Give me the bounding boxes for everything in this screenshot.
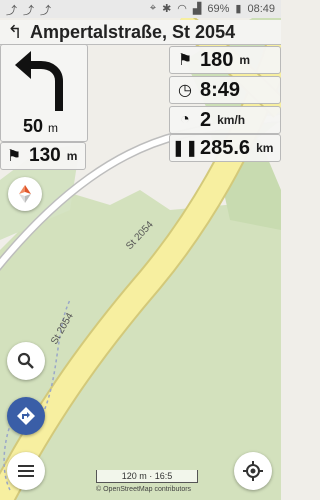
location-icon: ⌖: [149, 2, 157, 14]
nav-icon: ⤴: [40, 5, 51, 17]
speedometer-icon: ◔: [180, 111, 190, 128]
turn-left-small-icon: ↰: [7, 21, 23, 42]
my-location-icon: [243, 461, 263, 481]
pause-icon: ❚❚: [171, 140, 199, 157]
arrival-time-panel[interactable]: ◷ 8:49: [169, 76, 281, 104]
wifi-icon: ◠: [177, 3, 187, 15]
menu-button[interactable]: [7, 452, 45, 490]
turn-distance: 50 m: [23, 116, 59, 136]
search-icon: [17, 352, 34, 369]
speed-panel[interactable]: ◔ 2 km/h: [169, 106, 281, 134]
my-location-button[interactable]: [234, 452, 272, 490]
status-time: 08:49: [247, 2, 275, 15]
navigation-button[interactable]: [7, 397, 45, 435]
search-button[interactable]: [7, 342, 45, 380]
status-bar: ⤴ ⤴ ⤴ ⌖ ✱ ◠ ▟ 69% ▮ 08:49: [0, 0, 281, 18]
turn-left-arrow-icon: [15, 51, 63, 111]
compass-icon: [19, 185, 31, 203]
nav-icon: ⤴: [23, 5, 34, 17]
menu-icon: [18, 465, 34, 477]
map-scale: 120 m · 16:5: [96, 470, 198, 483]
battery-percent: 69%: [207, 2, 230, 15]
bluetooth-icon: ✱: [162, 3, 172, 15]
nav-icon: ⤴: [6, 5, 17, 17]
signal-icon: ▟: [192, 3, 202, 15]
trip-distance-panel[interactable]: ❚❚ 285.6 km: [169, 134, 281, 162]
street-name: Ampertalstraße, St 2054: [30, 21, 236, 42]
next-turn-panel[interactable]: 50 m: [0, 44, 88, 142]
current-street-bar: ↰ Ampertalstraße, St 2054: [0, 20, 281, 45]
battery-icon: ▮: [235, 3, 242, 15]
directions-icon: [17, 407, 35, 425]
flag-icon: ⚑: [177, 52, 193, 69]
clock-icon: ◷: [178, 82, 192, 99]
waypoint-distance-panel[interactable]: ⚑ 130 m: [0, 142, 86, 170]
flag-icon: ⚑: [6, 148, 22, 165]
compass-button[interactable]: [8, 177, 42, 211]
map-attribution: © OpenStreetMap contributors: [96, 486, 192, 493]
destination-distance-panel[interactable]: ⚑ 180 m: [169, 46, 281, 74]
